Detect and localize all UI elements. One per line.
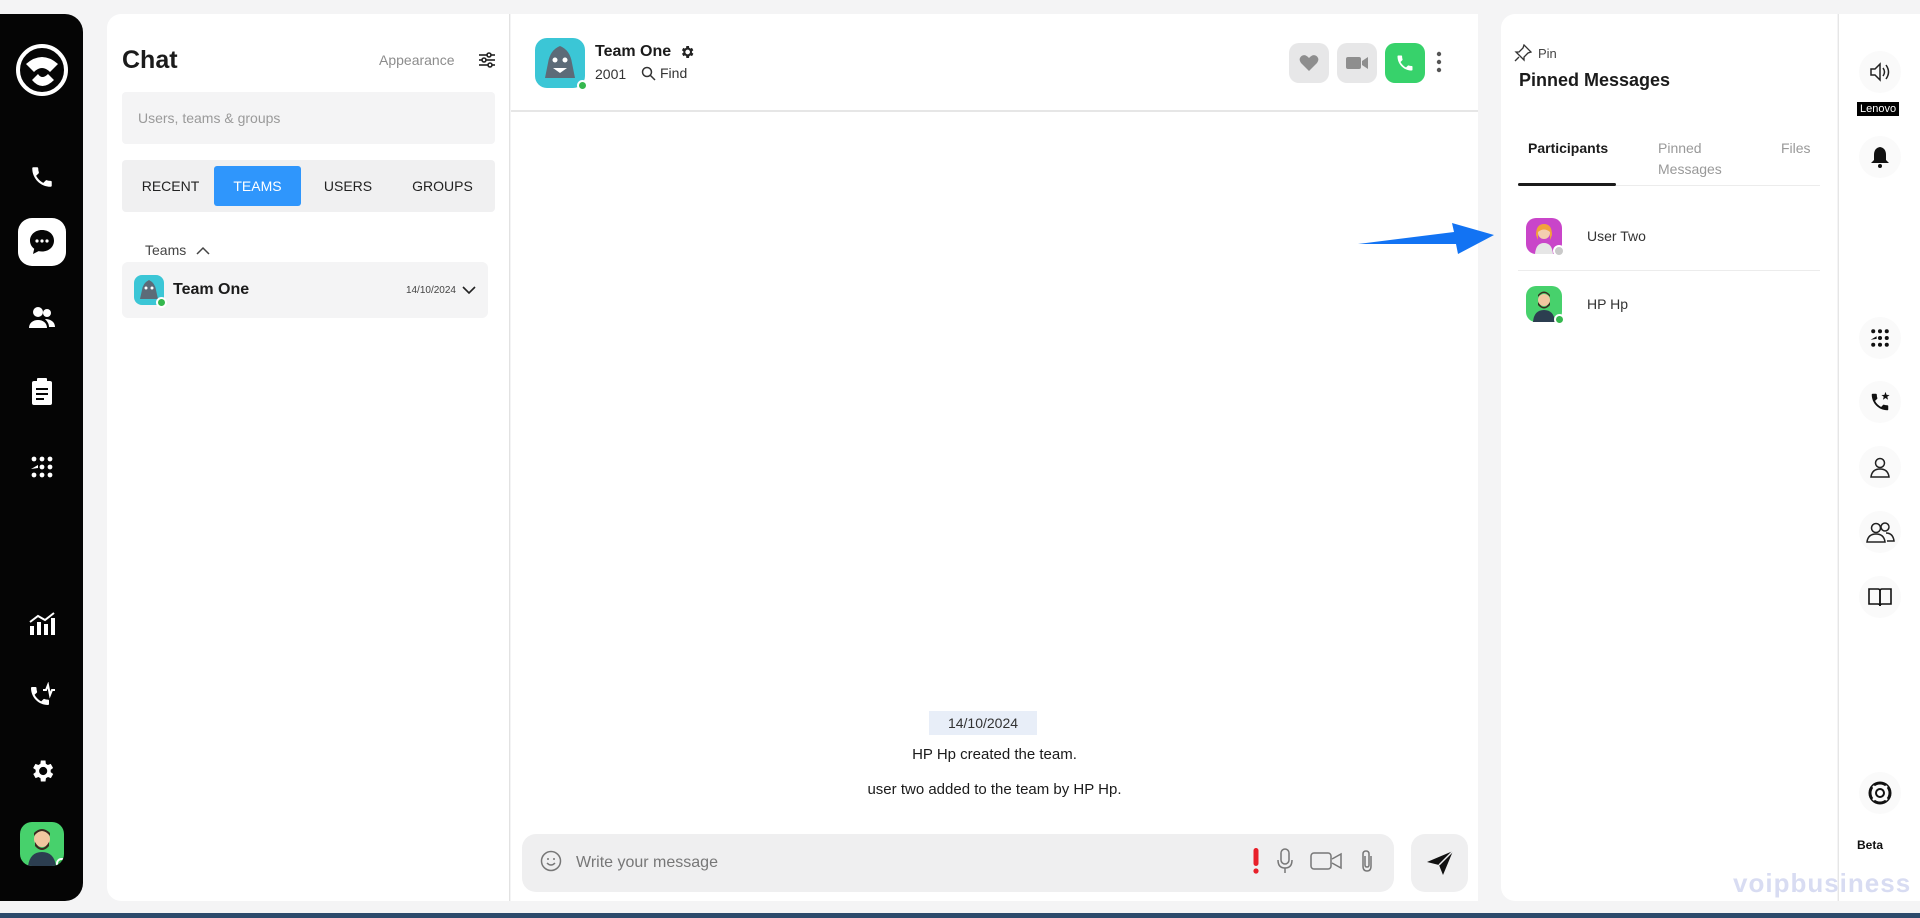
chevron-up-icon bbox=[196, 246, 210, 255]
pin-button[interactable]: Pin bbox=[1514, 44, 1557, 62]
team-avatar bbox=[134, 275, 167, 308]
video-message-icon[interactable] bbox=[1310, 851, 1342, 876]
favorite-calls-icon[interactable] bbox=[1859, 381, 1901, 423]
contacts-nav-icon[interactable] bbox=[18, 293, 66, 341]
favorite-button[interactable] bbox=[1289, 43, 1329, 83]
group-users-icon[interactable] bbox=[1859, 511, 1901, 553]
call-activity-nav-icon[interactable] bbox=[18, 672, 66, 720]
online-status-dot bbox=[156, 297, 167, 308]
phone-icon bbox=[1397, 55, 1413, 71]
participant-avatar bbox=[1526, 218, 1565, 257]
details-panel: Pin Pinned Messages Participants Pinned … bbox=[1501, 14, 1837, 901]
find-button[interactable]: Find bbox=[641, 65, 687, 81]
composer-actions bbox=[1252, 847, 1376, 879]
send-icon bbox=[1426, 850, 1454, 875]
tab-teams[interactable]: TEAMS bbox=[214, 166, 301, 206]
priority-flag-icon[interactable] bbox=[1252, 847, 1260, 879]
online-status-dot bbox=[577, 80, 588, 91]
attachment-icon[interactable] bbox=[1358, 849, 1376, 878]
teams-section-header[interactable]: Teams bbox=[145, 242, 210, 258]
pin-label: Pin bbox=[1538, 45, 1557, 61]
chat-list-panel: Chat Appearance RECENT TEAMS USERS GROUP… bbox=[107, 14, 510, 901]
team-name: Team One bbox=[173, 281, 250, 298]
system-message: user two added to the team by HP Hp. bbox=[867, 781, 1122, 798]
device-label: Lenovo bbox=[1857, 102, 1900, 116]
date-separator: 14/10/2024 bbox=[929, 711, 1037, 735]
tab-recent[interactable]: RECENT bbox=[127, 166, 214, 206]
tab-participants[interactable]: Participants bbox=[1528, 138, 1608, 159]
active-tab-indicator bbox=[1518, 183, 1616, 186]
calls-nav-icon[interactable] bbox=[18, 153, 66, 201]
search-icon bbox=[641, 66, 656, 81]
video-call-button[interactable] bbox=[1337, 43, 1377, 83]
section-label: Teams bbox=[145, 242, 187, 258]
filter-settings-icon[interactable] bbox=[478, 51, 496, 69]
appearance-link[interactable]: Appearance bbox=[379, 52, 455, 68]
page-title: Chat bbox=[122, 46, 178, 74]
list-item[interactable]: Team One 14/10/2024 bbox=[122, 262, 488, 318]
search-field[interactable] bbox=[122, 92, 495, 144]
find-label: Find bbox=[660, 65, 688, 81]
system-message: HP Hp created the team. bbox=[912, 746, 1077, 763]
app-logo-icon[interactable] bbox=[14, 42, 70, 98]
brand-watermark: voipbusiness bbox=[1733, 868, 1912, 898]
user-profile-icon[interactable] bbox=[1859, 446, 1901, 488]
my-avatar[interactable] bbox=[20, 822, 64, 866]
team-avatar[interactable] bbox=[535, 38, 588, 91]
online-status-dot bbox=[56, 858, 64, 866]
online-status-dot bbox=[1554, 313, 1565, 325]
video-camera-icon bbox=[1346, 57, 1368, 69]
send-button[interactable] bbox=[1411, 834, 1468, 892]
more-options-icon[interactable] bbox=[1436, 51, 1442, 78]
taskbar-strip bbox=[0, 913, 1920, 918]
conversation-header: Team One 2001 Find bbox=[511, 14, 1478, 112]
beta-label: Beta bbox=[1857, 838, 1884, 852]
settings-nav-icon[interactable] bbox=[18, 747, 66, 795]
address-book-icon[interactable] bbox=[1859, 576, 1901, 618]
panel-title: Pinned Messages bbox=[1519, 70, 1671, 90]
details-tabs: Participants Pinned Messages Files bbox=[1518, 134, 1820, 186]
chat-list-tabs: RECENT TEAMS USERS GROUPS bbox=[122, 160, 495, 212]
notification-bell-icon[interactable] bbox=[1859, 136, 1901, 178]
microphone-icon[interactable] bbox=[1276, 847, 1294, 879]
tab-files[interactable]: Files bbox=[1781, 138, 1811, 159]
participant-row[interactable]: User Two bbox=[1518, 203, 1820, 269]
away-status-dot bbox=[1553, 245, 1565, 257]
message-input[interactable] bbox=[576, 854, 1252, 872]
dialpad-nav-icon[interactable] bbox=[18, 443, 66, 491]
team-settings-icon[interactable] bbox=[679, 44, 695, 65]
team-extension: 2001 bbox=[595, 66, 627, 82]
tab-pinned-messages[interactable]: Pinned Messages bbox=[1658, 138, 1734, 180]
voice-call-button[interactable] bbox=[1385, 43, 1425, 83]
participant-row[interactable]: HP Hp bbox=[1518, 270, 1820, 336]
search-input[interactable] bbox=[138, 110, 479, 126]
chevron-down-icon[interactable] bbox=[462, 285, 476, 295]
participant-avatar bbox=[1526, 285, 1565, 325]
chat-nav-icon[interactable] bbox=[18, 218, 66, 266]
conversation-pane: Team One 2001 Find 14/10/2024 HP Hp crea… bbox=[511, 14, 1478, 901]
speaker-icon[interactable] bbox=[1859, 51, 1901, 93]
annotation-arrow-icon bbox=[1358, 223, 1494, 254]
heart-icon bbox=[1299, 55, 1319, 71]
dialpad-icon[interactable] bbox=[1859, 317, 1901, 359]
message-composer bbox=[522, 834, 1394, 892]
tab-users[interactable]: USERS bbox=[301, 166, 395, 206]
conversation-title: Team One bbox=[595, 43, 672, 60]
notes-nav-icon[interactable] bbox=[18, 368, 66, 416]
main-nav-rail bbox=[0, 14, 83, 901]
help-lifebuoy-icon[interactable] bbox=[1859, 772, 1901, 814]
side-toolbar: Lenovo Beta bbox=[1838, 14, 1920, 901]
tab-groups[interactable]: GROUPS bbox=[395, 166, 490, 206]
team-date: 14/10/2024 bbox=[405, 284, 456, 296]
emoji-icon[interactable] bbox=[540, 850, 562, 877]
participant-name: HP Hp bbox=[1587, 295, 1628, 312]
participant-name: User Two bbox=[1587, 228, 1646, 244]
pin-icon bbox=[1514, 44, 1532, 62]
analytics-nav-icon[interactable] bbox=[18, 600, 66, 648]
